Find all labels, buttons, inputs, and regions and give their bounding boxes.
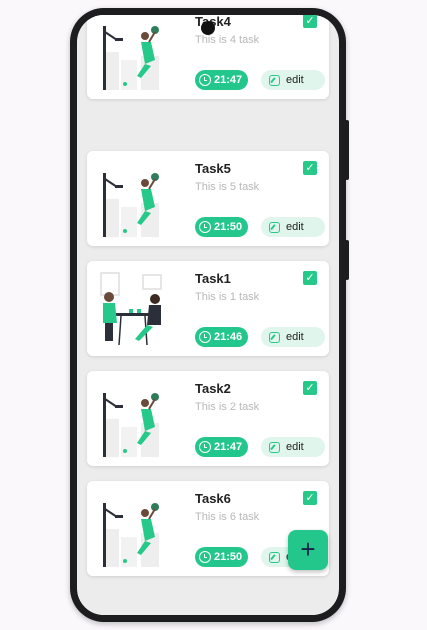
task-time: 21:50 [214, 221, 243, 233]
check-icon[interactable]: ✓ [303, 491, 317, 505]
basketball-dunk-image [95, 159, 169, 239]
task-title: Task6 [195, 491, 231, 506]
task-title: Task1 [195, 271, 231, 286]
time-badge[interactable]: 21:46 [195, 327, 249, 347]
basketball-dunk-image [95, 489, 169, 569]
basketball-dunk-image [95, 15, 169, 92]
task-description: This is 5 task [195, 181, 260, 193]
task-time: 21:50 [214, 551, 243, 563]
edit-button[interactable]: edit [261, 437, 325, 457]
check-icon[interactable]: ✓ [303, 161, 317, 175]
time-badge[interactable]: 21:50 [195, 217, 249, 237]
edit-icon [269, 331, 280, 343]
clock-icon [199, 441, 211, 453]
edit-button[interactable]: edit [261, 327, 325, 347]
plus-icon: + [300, 534, 316, 564]
bottom-bar [77, 593, 339, 615]
task-time: 21:46 [214, 331, 243, 343]
check-icon[interactable]: ✓ [303, 271, 317, 285]
screen: Task4 This is 4 task ✓ 21:47 edit Task5 … [77, 15, 339, 615]
two-people-at-table-image [95, 269, 169, 349]
edit-label: edit [286, 441, 304, 453]
volume-button [345, 120, 349, 180]
clock-icon [199, 551, 211, 563]
clock-icon [199, 331, 211, 343]
time-badge[interactable]: 21:47 [195, 70, 249, 90]
task-description: This is 4 task [195, 34, 260, 46]
task-list[interactable]: Task4 This is 4 task ✓ 21:47 edit Task5 … [77, 15, 339, 595]
task-card[interactable]: Task1 This is 1 task ✓ 21:46 edit [87, 261, 329, 356]
task-time: 21:47 [214, 74, 243, 86]
edit-icon [269, 221, 280, 233]
camera-punch-hole [201, 21, 215, 35]
clock-icon [199, 74, 211, 86]
task-title: Task5 [195, 161, 231, 176]
edit-label: edit [286, 331, 304, 343]
edit-icon [269, 551, 280, 563]
edit-icon [269, 441, 280, 453]
edit-label: edit [286, 221, 304, 233]
edit-button[interactable]: edit [261, 217, 325, 237]
task-description: This is 6 task [195, 511, 260, 523]
edit-icon [269, 74, 280, 86]
task-description: This is 1 task [195, 291, 260, 303]
task-card[interactable]: Task2 This is 2 task ✓ 21:47 edit [87, 371, 329, 466]
task-description: This is 2 task [195, 401, 260, 413]
edit-label: edit [286, 74, 304, 86]
edit-button[interactable]: edit [261, 70, 325, 90]
clock-icon [199, 221, 211, 233]
add-task-button[interactable]: + [288, 530, 328, 570]
phone-frame: Task4 This is 4 task ✓ 21:47 edit Task5 … [70, 8, 349, 622]
check-icon[interactable]: ✓ [303, 381, 317, 395]
task-title: Task2 [195, 381, 231, 396]
task-card[interactable]: Task5 This is 5 task ✓ 21:50 edit [87, 151, 329, 246]
task-time: 21:47 [214, 441, 243, 453]
time-badge[interactable]: 21:50 [195, 547, 249, 567]
basketball-dunk-image [95, 379, 169, 459]
power-button [345, 240, 349, 280]
check-icon[interactable]: ✓ [303, 15, 317, 28]
time-badge[interactable]: 21:47 [195, 437, 249, 457]
